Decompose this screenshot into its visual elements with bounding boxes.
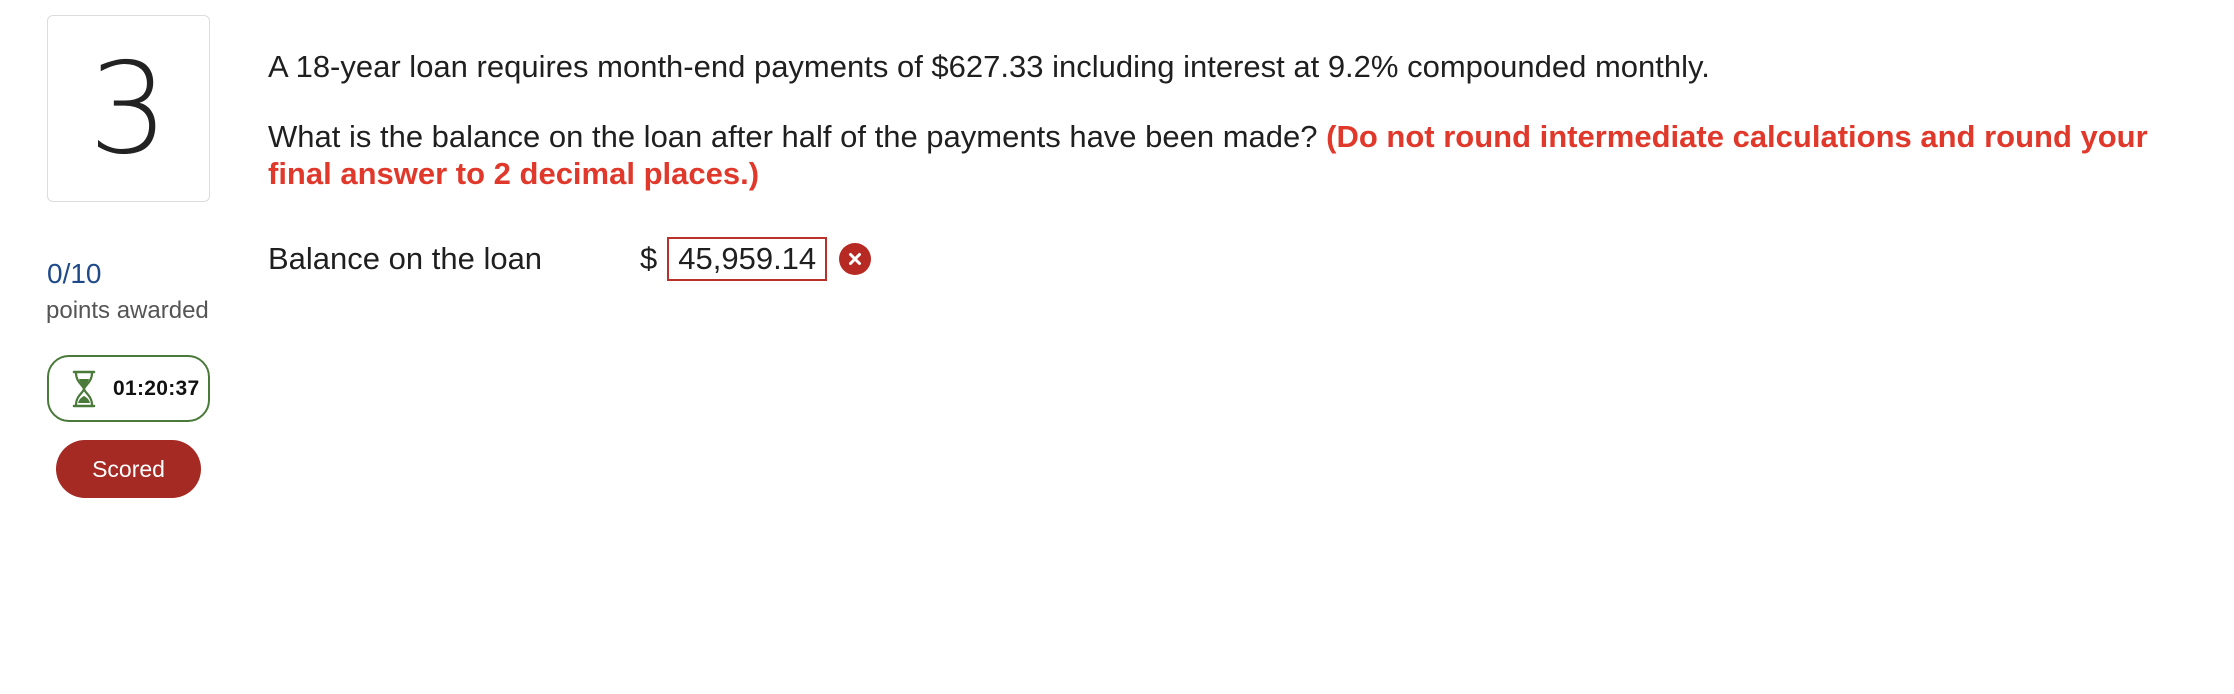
answer-field[interactable]: 45,959.14 (667, 237, 828, 281)
question-prompt: What is the balance on the loan after ha… (268, 119, 1327, 154)
question-number: 3 (47, 15, 210, 202)
question-prompt-paragraph: What is the balance on the loan after ha… (268, 118, 2198, 192)
points-score: 0/10 (47, 258, 102, 289)
scored-button[interactable]: Scored (56, 440, 201, 498)
currency-symbol: $ (640, 241, 658, 276)
question-content: A 18-year loan requires month-end paymen… (268, 48, 2198, 192)
question-text: A 18-year loan requires month-end paymen… (268, 49, 1710, 84)
answer-row: Balance on the loan $ 45,959.14 (268, 235, 872, 283)
answer-label: Balance on the loan (268, 241, 543, 276)
hourglass-icon (71, 370, 97, 408)
question-page: 3 0/10 points awarded 01:20:37 Scored A … (0, 0, 2234, 694)
points-label: points awarded (46, 297, 209, 324)
incorrect-icon (839, 243, 872, 275)
timer-time: 01:20:37 (113, 376, 200, 400)
timer-badge: 01:20:37 (47, 355, 210, 422)
